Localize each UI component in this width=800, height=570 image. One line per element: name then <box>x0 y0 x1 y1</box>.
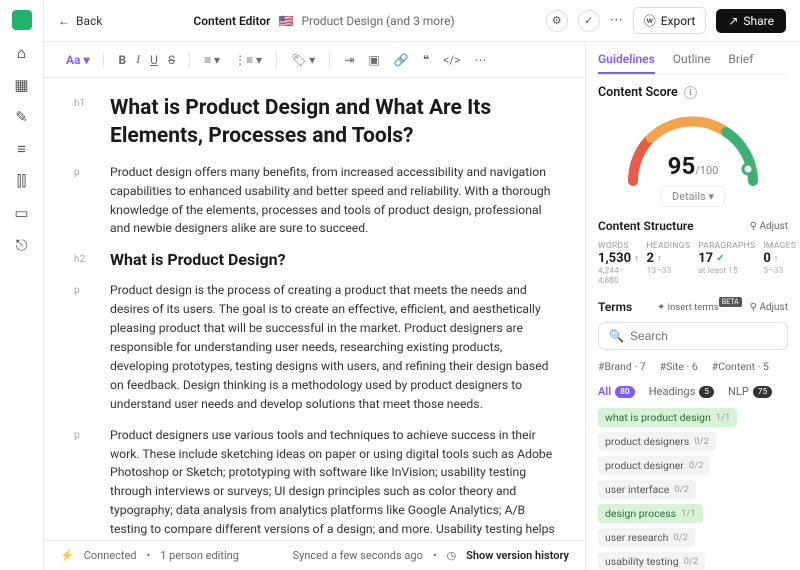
metric: IMAGES0 ↑3–33 <box>763 241 796 286</box>
home-icon[interactable]: ⌂ <box>13 44 31 62</box>
content-score-title: Content Score <box>598 85 678 100</box>
filter-all[interactable]: All80 <box>598 385 635 398</box>
grid-icon[interactable]: ▦ <box>13 76 31 94</box>
editor-content[interactable]: h1What is Product Design and What Are It… <box>44 78 585 540</box>
score-gauge <box>618 106 768 186</box>
metric: PARAGRAPHS17 ✓at least 15 <box>698 241 755 286</box>
list-dropdown[interactable]: ⋮≡ ▾ <box>234 53 262 67</box>
term-pill[interactable]: usability testing 0/2 <box>598 552 705 570</box>
share-icon: ↗ <box>728 14 738 28</box>
version-history-link[interactable]: Show version history <box>466 549 569 562</box>
image-icon[interactable]: ▣ <box>368 53 379 67</box>
block-p[interactable]: Product designers use various tools and … <box>110 426 555 540</box>
left-rail: ⌂ ▦ ✎ ≡ ⫿⫿ ▭ ⎋ <box>0 0 44 570</box>
metric: HEADINGS2 ↑13–33 <box>647 241 691 286</box>
text-style-dropdown[interactable]: Aa ▾ <box>66 53 89 67</box>
block-tag: p <box>74 426 96 540</box>
block-tag: p <box>74 281 96 413</box>
arrow-left-icon: ← <box>58 14 70 28</box>
settings-icon[interactable]: ⚙ <box>546 10 568 32</box>
bold-icon[interactable]: B <box>118 53 126 67</box>
strike-icon[interactable]: S <box>168 53 175 67</box>
analytics-icon[interactable]: ⫿⫿ <box>13 172 31 190</box>
topbar: ← Back Content Editor 🇺🇸 Product Design … <box>44 0 800 42</box>
export-button[interactable]: ⓦ Export <box>633 7 707 34</box>
filter-nlp[interactable]: NLP75 <box>728 385 772 398</box>
bolt-icon: ⚡ <box>60 549 74 562</box>
indent-icon[interactable]: ⇥ <box>344 53 354 67</box>
block-tag: h1 <box>74 94 96 151</box>
wordpress-icon: ⓦ <box>644 12 656 29</box>
status-connected: Connected <box>84 549 137 562</box>
details-button[interactable]: Details ▾ <box>661 186 725 207</box>
term-chip[interactable]: #Brand · 7 <box>598 360 646 373</box>
side-panel: Guidelines Outline Brief Content Score i <box>586 42 800 570</box>
underline-icon[interactable]: U <box>150 53 158 67</box>
adjust-structure-button[interactable]: ⚲ Adjust <box>750 221 788 232</box>
toolbar-more-icon[interactable]: ⋯ <box>474 53 486 67</box>
tag-dropdown[interactable]: 🏷 ▾ <box>291 53 315 67</box>
search-input[interactable] <box>630 329 785 343</box>
adjust-terms-button[interactable]: ⚲ Adjust <box>750 302 788 313</box>
block-h2[interactable]: What is Product Design? <box>110 250 286 269</box>
more-icon[interactable]: ⋯ <box>610 13 623 28</box>
status-synced: Synced a few seconds ago <box>293 549 423 562</box>
link-icon[interactable]: 🔗 <box>394 53 409 67</box>
align-dropdown[interactable]: ≡ ▾ <box>204 53 220 67</box>
quote-icon[interactable]: ❝ <box>423 53 429 67</box>
share-rail-icon[interactable]: ⎋ <box>13 236 31 254</box>
insert-terms-button[interactable]: ✦ Insert termsBETA <box>657 302 742 313</box>
content-structure-title: Content Structure <box>598 219 694 233</box>
term-pill[interactable]: product designer 0/2 <box>598 456 710 475</box>
history-icon: ◷ <box>447 549 457 562</box>
flag-icon: 🇺🇸 <box>278 14 293 28</box>
page-title: Content Editor <box>193 14 270 28</box>
terms-search[interactable]: 🔍 <box>598 322 788 350</box>
term-pill[interactable]: what is product design 1/1 <box>598 408 737 427</box>
term-chip[interactable]: #Content · 5 <box>712 360 769 373</box>
status-bar: ⚡ Connected • 1 person editing Synced a … <box>44 540 585 570</box>
italic-icon[interactable]: I <box>136 52 140 67</box>
status-editing: 1 person editing <box>160 549 239 562</box>
back-button[interactable]: ← Back <box>58 14 102 28</box>
list-icon[interactable]: ≡ <box>13 140 31 158</box>
terms-title: Terms <box>598 300 632 314</box>
tab-guidelines[interactable]: Guidelines <box>598 52 655 74</box>
block-tag: h2 <box>74 250 96 269</box>
book-icon[interactable]: ▭ <box>13 204 31 222</box>
term-pill[interactable]: user interface 0/2 <box>598 480 696 499</box>
edit-icon[interactable]: ✎ <box>13 108 31 126</box>
block-tag: p <box>74 163 96 239</box>
tab-outline[interactable]: Outline <box>673 52 711 74</box>
metric: WORDS1,530 ↑4,244–4,880 <box>598 241 639 286</box>
editor-toolbar: Aa ▾ B I U S ≡ ▾ ⋮≡ ▾ 🏷 ▾ ⇥ ▣ <box>44 42 585 78</box>
code-icon[interactable]: </> <box>443 53 460 67</box>
tab-brief[interactable]: Brief <box>728 52 753 74</box>
block-p[interactable]: Product design offers many benefits, fro… <box>110 163 555 239</box>
back-label: Back <box>76 14 102 28</box>
filter-headings[interactable]: Headings5 <box>649 385 714 398</box>
info-icon[interactable]: i <box>684 86 697 99</box>
app-logo[interactable] <box>12 10 32 30</box>
term-pill[interactable]: product designers 0/2 <box>598 432 716 451</box>
block-h1[interactable]: What is Product Design and What Are Its … <box>110 94 555 151</box>
share-button[interactable]: ↗ Share <box>716 9 786 33</box>
term-pill[interactable]: design process 1/1 <box>598 504 703 523</box>
check-icon[interactable]: ✓ <box>578 10 600 32</box>
term-chip[interactable]: #Site · 6 <box>660 360 698 373</box>
context-label: Product Design (and 3 more) <box>301 14 454 28</box>
term-pill[interactable]: user research 0/2 <box>598 528 695 547</box>
block-p[interactable]: Product design is the process of creatin… <box>110 281 555 413</box>
search-icon: 🔍 <box>609 329 624 343</box>
